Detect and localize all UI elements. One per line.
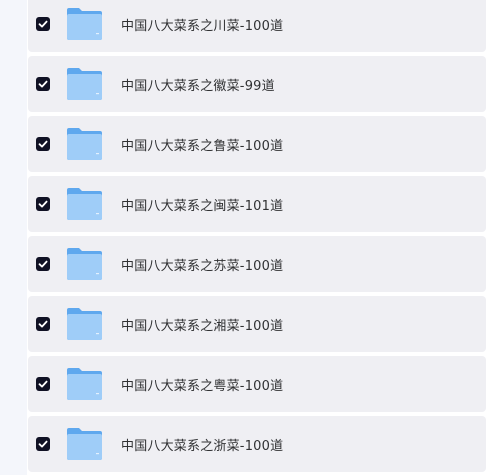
folder-name[interactable]: 中国八大菜系之浙菜-100道	[121, 435, 283, 454]
row-checkbox[interactable]	[36, 17, 50, 31]
folder-row[interactable]: 中国八大菜系之徽菜-99道	[28, 56, 486, 112]
folder-name[interactable]: 中国八大菜系之闽菜-101道	[121, 195, 283, 214]
folder-icon	[67, 248, 102, 280]
folder-name[interactable]: 中国八大菜系之徽菜-99道	[121, 75, 275, 94]
left-gutter	[0, 0, 27, 475]
checkmark-icon	[38, 320, 48, 328]
folder-row[interactable]: 中国八大菜系之鲁菜-100道	[28, 116, 486, 172]
folder-icon	[67, 68, 102, 100]
row-checkbox[interactable]	[36, 137, 50, 151]
checkmark-icon	[38, 80, 48, 88]
checkmark-icon	[38, 440, 48, 448]
row-checkbox[interactable]	[36, 377, 50, 391]
checkmark-icon	[38, 380, 48, 388]
folder-name[interactable]: 中国八大菜系之湘菜-100道	[121, 315, 283, 334]
row-checkbox[interactable]	[36, 437, 50, 451]
checkmark-icon	[38, 20, 48, 28]
folder-name[interactable]: 中国八大菜系之川菜-100道	[121, 15, 283, 34]
folder-row[interactable]: 中国八大菜系之闽菜-101道	[28, 176, 486, 232]
row-checkbox[interactable]	[36, 77, 50, 91]
checkmark-icon	[38, 140, 48, 148]
folder-row[interactable]: 中国八大菜系之川菜-100道	[28, 0, 486, 52]
folder-icon	[67, 128, 102, 160]
folder-row[interactable]: 中国八大菜系之湘菜-100道	[28, 296, 486, 352]
folder-name[interactable]: 中国八大菜系之鲁菜-100道	[121, 135, 283, 154]
row-checkbox[interactable]	[36, 317, 50, 331]
row-checkbox[interactable]	[36, 257, 50, 271]
folder-row[interactable]: 中国八大菜系之浙菜-100道	[28, 416, 486, 472]
checkmark-icon	[38, 260, 48, 268]
file-list-page: 中国八大菜系之川菜-100道 中国八大菜系之徽菜-99道 中国八大菜系之鲁菜-1…	[0, 0, 486, 475]
folder-icon	[67, 308, 102, 340]
folder-icon	[67, 368, 102, 400]
row-checkbox[interactable]	[36, 197, 50, 211]
checkmark-icon	[38, 200, 48, 208]
folder-icon	[67, 8, 102, 40]
folder-row[interactable]: 中国八大菜系之粤菜-100道	[28, 356, 486, 412]
folder-row[interactable]: 中国八大菜系之苏菜-100道	[28, 236, 486, 292]
folder-icon	[67, 428, 102, 460]
folder-name[interactable]: 中国八大菜系之苏菜-100道	[121, 255, 283, 274]
folder-list: 中国八大菜系之川菜-100道 中国八大菜系之徽菜-99道 中国八大菜系之鲁菜-1…	[28, 0, 486, 475]
folder-name[interactable]: 中国八大菜系之粤菜-100道	[121, 375, 283, 394]
folder-icon	[67, 188, 102, 220]
